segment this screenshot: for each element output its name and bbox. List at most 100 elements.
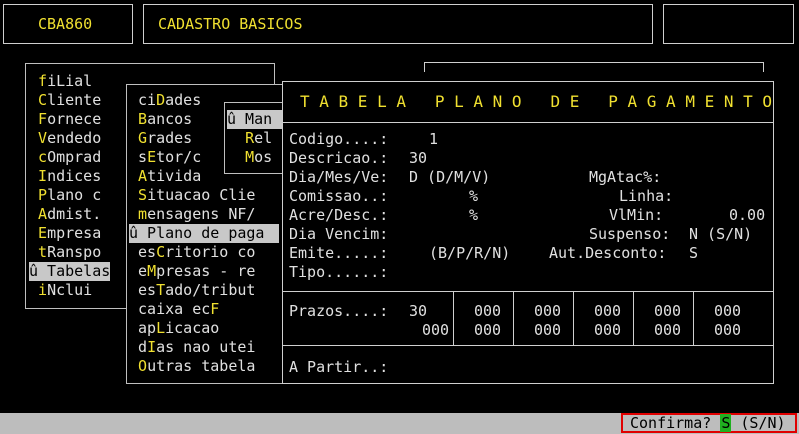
prazos-column-divider [513,292,514,345]
vlmin-field[interactable]: 0.00 [729,206,765,225]
hotkey: R [245,129,255,147]
prazo-field[interactable]: 000 [714,302,741,321]
form-title: T A B E L A P L A N O D E P A G A M E N … [300,92,773,111]
main-menu-item-selected[interactable]: û Tabelas [29,262,111,281]
prazo-field[interactable]: 000 [594,321,621,340]
main-menu-item[interactable]: Vendedo [29,129,101,148]
menu-item-text [129,129,138,147]
hotkey: t [29,243,48,261]
tabelas-menu-item[interactable]: esCritorio co [129,243,255,262]
program-code: CBA860 [38,15,93,33]
main-menu-item[interactable]: Admist. [29,205,101,224]
aut-desconto-field[interactable]: S [689,244,698,263]
hotkey: c [29,148,48,166]
menu-item-text: ensagens NF/ [147,205,256,223]
mgatac-label: MgAtac%: [589,168,662,186]
plano-submenu-item-selected[interactable]: û Man [227,110,283,129]
hotkey: M [245,148,255,166]
main-menu-item[interactable]: Indices [29,167,101,186]
tabelas-menu-item-selected[interactable]: û Plano de paga [129,224,279,243]
codigo-field[interactable]: 1 [429,130,438,149]
prazo-field[interactable]: 000 [474,321,501,340]
prazos-column-divider [633,292,634,345]
vlmin-label: VlMin: [609,206,664,224]
main-menu-item[interactable]: cOmprad [29,148,101,167]
menu-item-text: e [129,262,148,280]
menu-item-text: liente [47,91,102,109]
comissao-field[interactable]: % [469,187,478,206]
prazo-field[interactable]: 000 [654,302,681,321]
tabelas-menu-item[interactable]: eMpresas - re [129,262,255,281]
prazo-field[interactable]: 000 [714,321,741,340]
tabelas-menu-item[interactable]: Situacao Clie [129,186,255,205]
menu-item-text: iLial [47,72,93,90]
main-menu-item[interactable]: fiLial [29,72,92,91]
hotkey: O [138,357,148,375]
descricao-label: Descricao.: [289,149,389,167]
menu-item-text: ap [129,319,157,337]
main-menu-item[interactable]: Plano c [29,186,101,205]
hotkey: T [156,281,166,299]
title-separator [283,122,773,123]
main-menu-item[interactable]: Empresa [29,224,101,243]
menu-item-text: Ranspo [47,243,102,261]
menu-item-text: rades [147,129,193,147]
prazo-field[interactable]: 000 [654,321,681,340]
suspenso-label: Suspenso: [589,225,671,243]
acre-desc-label: Acre/Desc.: [289,206,389,224]
prazo-field[interactable]: 000 [534,302,561,321]
prazo-field[interactable]: 000 [594,302,621,321]
linha-label: Linha: [619,187,674,205]
menu-item-text: ado/tribut [165,281,256,299]
menu-item-text: mpresa [47,224,102,242]
menu-item-text: lano c [47,186,102,204]
prazo-field[interactable]: 000 [534,321,561,340]
menu-item-text: dmist. [47,205,102,223]
hotkey: C [29,91,48,109]
hotkey: E [29,224,48,242]
tabelas-menu-item[interactable]: Ativida [129,167,201,186]
emite-field[interactable]: (B/P/R/N) [429,244,510,263]
menu-item-text: icacao [165,319,220,337]
confirm-value[interactable]: S [720,414,732,432]
main-menu-item[interactable]: Cliente [29,91,101,110]
acre-desc-field[interactable]: % [469,206,478,225]
tabelas-menu-item[interactable]: esTado/tribut [129,281,255,300]
prazo-field[interactable]: 000 [422,321,449,340]
confirm-prompt[interactable]: Confirma? S (S/N) [621,413,797,433]
tabelas-menu-item[interactable]: Outras tabela [129,357,255,376]
main-menu-item[interactable]: tRanspo [29,243,101,262]
tabelas-menu-item[interactable]: caixa ecF [129,300,219,319]
tabelas-menu-item[interactable]: Grades [129,129,192,148]
prazos-column-divider [573,292,574,345]
hotkey: G [138,129,148,147]
descricao-field[interactable]: 30 [409,149,427,168]
menu-item-text: ndices [47,167,102,185]
tabelas-menu-item[interactable]: mensagens NF/ [129,205,255,224]
main-menu-item[interactable]: Fornece [29,110,101,129]
menu-item-text [129,357,138,375]
hotkey: P [29,186,48,204]
background-frame [424,62,764,72]
plano-submenu-item[interactable]: Mos [227,148,272,167]
tabelas-menu-item[interactable]: apLicacao [129,319,219,338]
menu-item-text: presas - re [156,262,256,280]
plano-submenu-item[interactable]: Rel [227,129,272,148]
page-title: CADASTRO BASICOS [158,15,303,33]
tabelas-menu-item[interactable]: dIas nao utei [129,338,255,357]
a-partir-label: A Partir..: [289,358,389,376]
menu-item-text: ituacao Clie [147,186,256,204]
main-menu-item[interactable]: iNclui [29,281,92,300]
tabelas-menu-item[interactable]: Bancos [129,110,192,129]
dia-mes-ve-field[interactable]: D (D/M/V) [409,168,490,187]
hotkey: A [29,205,48,223]
prazos-label: Prazos....: [289,302,389,320]
menu-item-text: el [254,129,273,147]
suspenso-field[interactable]: N (S/N) [689,225,752,244]
tabelas-menu-item[interactable]: sEtor/c [129,148,201,167]
tabelas-menu-item[interactable]: ciDades [129,91,201,110]
menu-item-text [227,148,245,166]
menu-item-text: ornece [47,110,102,128]
prazo-field[interactable]: 30 [409,302,427,321]
prazo-field[interactable]: 000 [474,302,501,321]
